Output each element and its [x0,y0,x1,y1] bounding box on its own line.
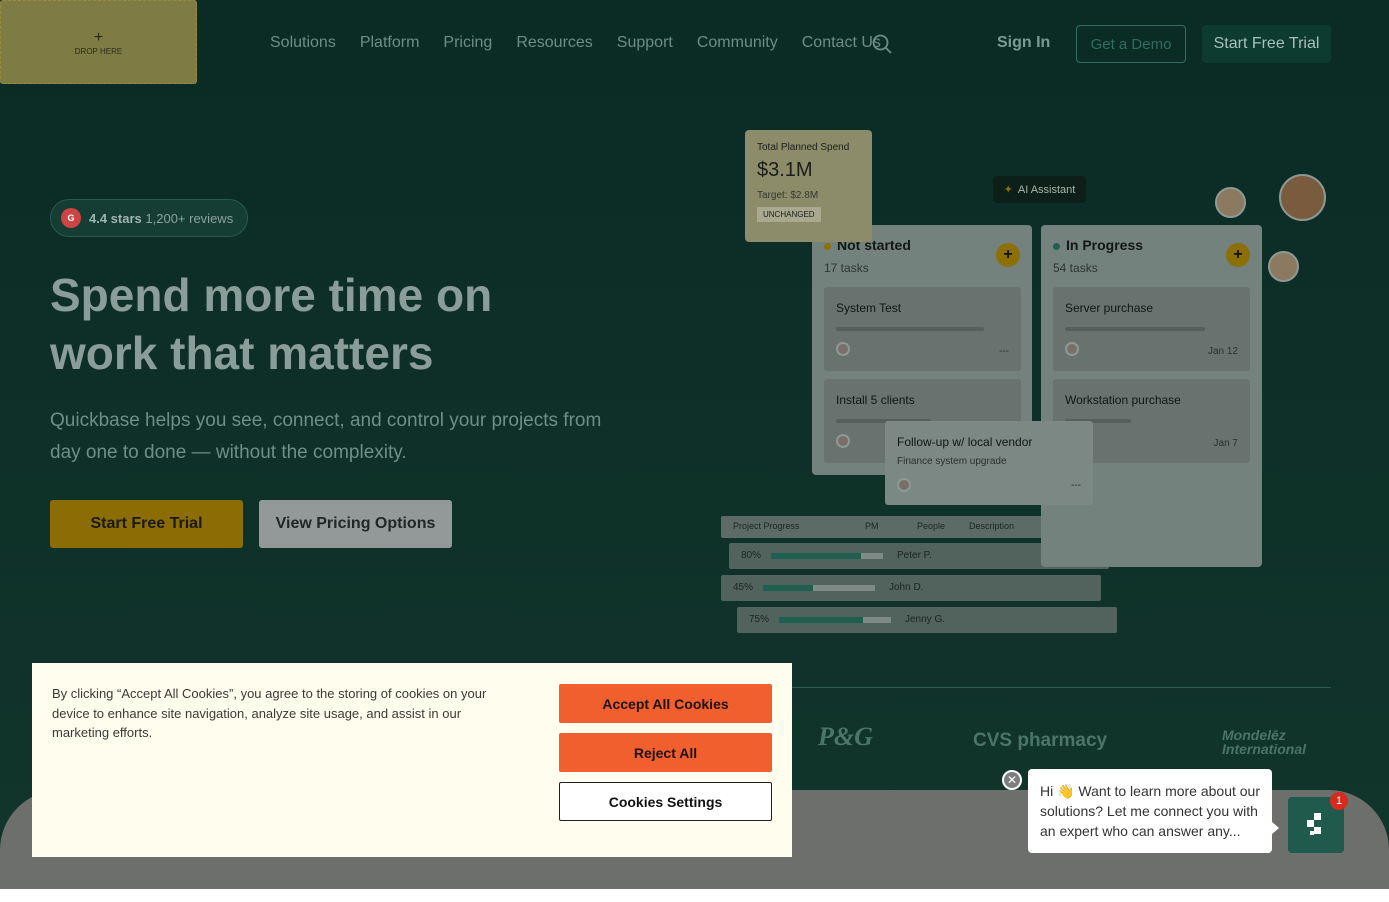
row-pm: Jenny G. [905,614,946,625]
avatar [1215,187,1246,218]
nav-support[interactable]: Support [617,34,673,52]
rating-stars: 4.4 stars [89,210,142,226]
task-bar [1065,327,1205,331]
task-date: --- [999,346,1009,357]
avatar [1065,342,1079,356]
task-name: System Test [836,301,902,315]
row-pm: John D. [889,582,924,593]
th-progress: Project Progress [733,521,800,531]
hero-subtext: Quickbase helps you see, connect, and co… [50,410,602,463]
drop-zone: + DROP HERE [0,0,197,84]
avatar [836,342,850,356]
column-count: 17 tasks [824,261,869,275]
page-footer-strip [0,889,1389,902]
chat-notification-badge: 1 [1330,792,1348,810]
sign-in-link[interactable]: Sign In [997,34,1050,52]
accept-cookies-button[interactable]: Accept All Cookies [559,684,772,723]
nav-solutions[interactable]: Solutions [270,34,336,52]
headline-line-2: work that matters [50,327,434,379]
table-header: Project Progress PM People Description [721,516,1051,538]
table-row: 75% Jenny G. [737,607,1117,633]
task-date: Jan 7 [1213,438,1238,449]
avatar [1268,251,1299,282]
row-pct: 75% [749,614,770,625]
avatar [1279,174,1326,221]
task-bar [836,327,984,331]
row-pm: Peter P. [897,550,932,561]
start-free-trial-button[interactable]: Start Free Trial [50,500,243,548]
ai-assistant-badge: ✦ AI Assistant [993,176,1086,203]
spend-status-badge: UNCHANGED [757,207,821,222]
progress-bar [779,617,891,623]
planned-spend-card: Total Planned Spend $3.1M Target: $2.8M … [745,130,872,242]
rating-badge[interactable]: G 4.4 stars 1,200+ reviews [50,199,248,237]
task-name: Follow-up w/ local vendor [897,435,1033,449]
task-name: Workstation purchase [1065,393,1181,407]
reject-cookies-button[interactable]: Reject All [559,733,772,772]
add-task-icon[interactable]: + [1226,243,1250,267]
drop-label: DROP HERE [74,46,123,56]
spend-label: Total Planned Spend [757,142,850,153]
th-people: People [917,521,946,531]
row-pct: 80% [741,550,762,561]
view-pricing-button[interactable]: View Pricing Options [259,500,452,548]
column-count: 54 tasks [1053,261,1098,275]
rating-text: 4.4 stars 1,200+ reviews [89,211,233,226]
kanban-column-in-progress: In Progress 54 tasks + Server purchase J… [1041,225,1262,567]
column-title: In Progress [1053,237,1143,253]
logo-pg: P&G [818,722,873,751]
avatar [897,478,911,492]
spend-value: $3.1M [757,159,813,181]
progress-bar [763,585,875,591]
task-card: System Test --- [824,287,1021,371]
task-subtitle: Finance system upgrade [897,456,1007,467]
cookie-text: By clicking “Accept All Cookies”, you ag… [52,686,487,740]
hero-headline: Spend more time on work that matters [50,266,570,382]
headline-line-1: Spend more time on [50,269,493,321]
progress-bar [771,553,883,559]
task-date: --- [1071,480,1081,491]
drop-plus-icon: + [93,28,104,46]
table-row: 45% John D. [721,575,1101,601]
chat-bubble[interactable]: Hi 👋 Want to learn more about our soluti… [1028,769,1279,853]
cookie-banner: By clicking “Accept All Cookies”, you ag… [32,663,792,857]
rating-reviews: 1,200+ reviews [145,210,234,226]
logo-cvs: CVS pharmacy [973,730,1108,751]
main-nav: Solutions Platform Pricing Resources Sup… [270,34,881,52]
th-description: Description [969,521,1015,531]
spend-target: Target: $2.8M [757,190,819,201]
nav-contact-us[interactable]: Contact Us [802,34,881,52]
task-name: Install 5 clients [836,393,915,407]
nav-resources[interactable]: Resources [516,34,592,52]
nav-pricing[interactable]: Pricing [443,34,492,52]
nav-start-trial-button[interactable]: Start Free Trial [1202,25,1331,63]
nav-community[interactable]: Community [697,34,778,52]
divider [790,687,1331,688]
cookie-settings-button[interactable]: Cookies Settings [559,782,772,821]
ai-label: AI Assistant [1017,183,1076,196]
row-pct: 45% [733,582,754,593]
task-name: Server purchase [1065,301,1154,315]
get-demo-button[interactable]: Get a Demo [1076,25,1186,63]
g2-icon: G [61,208,81,228]
nav-platform[interactable]: Platform [360,34,420,52]
task-date: Jan 12 [1207,346,1238,357]
logo-mondelez: Mondelēz International [1222,727,1307,757]
avatar [836,434,850,448]
th-pm: PM [865,521,879,531]
search-icon[interactable] [872,34,892,54]
floating-task-card: Follow-up w/ local vendor Finance system… [885,421,1093,505]
task-card: Server purchase Jan 12 [1053,287,1250,371]
sparkle-icon: ✦ [1003,184,1013,196]
close-chat-icon[interactable]: ✕ [1002,770,1022,790]
add-task-icon[interactable]: + [996,243,1020,267]
